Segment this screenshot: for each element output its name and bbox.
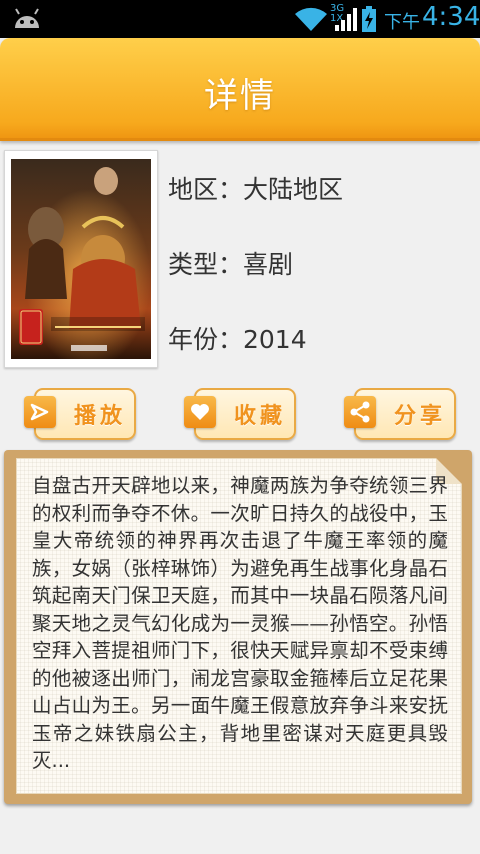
description-paper: 自盘古开天辟地以来，神魔两族为争夺统领三界的权利而争夺不休。一次旷日持久的战役中…: [16, 458, 462, 794]
region-info: 地区：大陆地区: [168, 175, 344, 204]
share-icon: [344, 396, 376, 428]
am-pm: 下午: [384, 12, 420, 33]
clock: 4:34: [422, 2, 480, 32]
wifi-icon: [295, 7, 327, 31]
genre-info: 类型：喜剧: [168, 250, 294, 279]
title-bar: 详情: [0, 38, 480, 141]
battery-charging-icon: [362, 6, 376, 32]
share-button[interactable]: 分享: [344, 388, 456, 440]
play-label: 播放: [73, 404, 126, 429]
status-bar: 3G 1X 下午 4:34: [0, 0, 480, 38]
share-label: 分享: [393, 404, 446, 429]
description-text: 自盘古开天辟地以来，神魔两族为争夺统领三界的权利而争夺不休。一次旷日持久的战役中…: [32, 474, 448, 772]
page-title: 详情: [204, 76, 276, 116]
signal-icon: [335, 8, 357, 31]
play-button[interactable]: 播放: [24, 388, 136, 440]
favorite-button[interactable]: 收藏: [184, 388, 296, 440]
description-panel: 自盘古开天辟地以来，神魔两族为争夺统领三界的权利而争夺不休。一次旷日持久的战役中…: [4, 450, 472, 804]
heart-icon: [184, 396, 216, 428]
poster-frame: [4, 150, 158, 368]
play-icon: [24, 396, 56, 428]
android-notification-icon: [15, 8, 39, 28]
movie-poster: [11, 159, 151, 359]
favorite-label: 收藏: [233, 404, 286, 429]
year-info: 年份：2014: [168, 325, 307, 354]
